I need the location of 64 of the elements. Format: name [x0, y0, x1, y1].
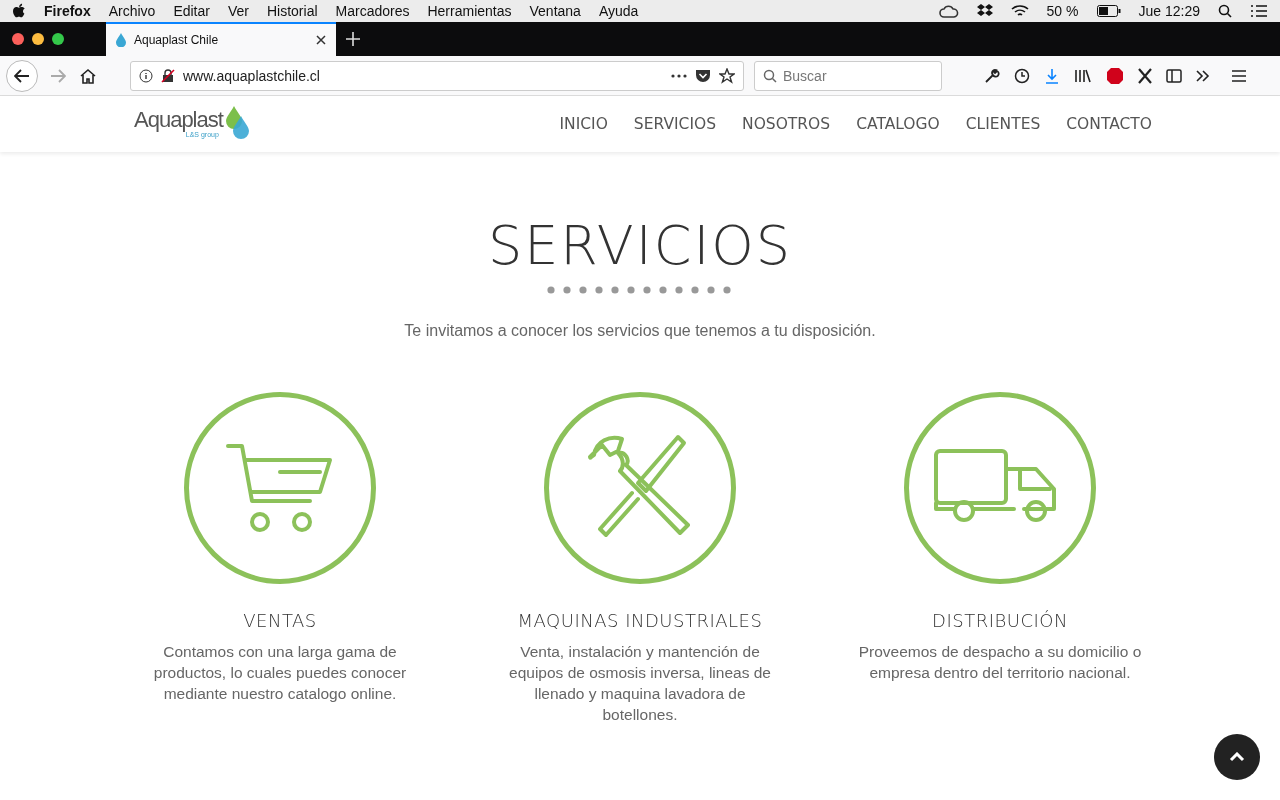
address-bar[interactable]: www.aquaplastchile.cl [130, 60, 744, 91]
wifi-icon[interactable] [1010, 4, 1029, 18]
menu-button[interactable] [1230, 67, 1248, 84]
section-title: SERVICIOS [487, 214, 793, 278]
arrow-left-icon [14, 68, 30, 83]
search-icon [763, 68, 777, 83]
chevron-up-icon [1229, 752, 1245, 762]
service-title: VENTAS [243, 610, 317, 631]
drop-icon [116, 33, 126, 47]
service-description: Venta, instalación y mantención de equipos de osmosis inversa, lineas de llenado y maquina lavadora de botellones. [508, 642, 772, 725]
sidebar-icon [1166, 68, 1182, 83]
download-icon [1044, 67, 1060, 84]
menu-item[interactable]: Marcadores [335, 3, 410, 19]
menu-item[interactable]: Archivo [108, 3, 156, 19]
search-field[interactable]: Buscar [754, 60, 942, 91]
menu-item[interactable]: Herramientas [427, 3, 512, 19]
zoom-window-button[interactable] [52, 33, 64, 45]
close-window-button[interactable] [12, 33, 24, 45]
arrow-right-icon [50, 68, 66, 83]
service-description: Contamos con una larga gama de productos, lo cuales puedes conocer mediante nuestro catalogo online. [152, 642, 408, 704]
nav-link[interactable]: NOSOTROS [742, 115, 831, 133]
insecure-lock-icon[interactable] [161, 68, 175, 83]
app-menu[interactable]: Firefox [44, 3, 91, 19]
menu-item[interactable]: Ayuda [598, 3, 639, 19]
octagon-icon [1106, 66, 1124, 85]
more-icon[interactable] [671, 73, 687, 78]
star-icon[interactable] [719, 67, 735, 84]
service-title: MAQUINAS INDUSTRIALES [517, 610, 763, 631]
battery-percentage: 50 % [1046, 3, 1079, 19]
menu-bar-clock[interactable]: Jue 12:29 [1138, 3, 1200, 19]
double-chevron-icon [1196, 69, 1210, 82]
nav-link[interactable]: INICIO [559, 115, 608, 133]
pocket-icon[interactable] [695, 68, 711, 83]
nav-link[interactable]: CONTACTO [1066, 115, 1152, 133]
menu-item[interactable]: Historial [266, 3, 318, 19]
section-subtitle: Te invitamos a conocer los servicios que tenemos a tu disposición. [404, 322, 876, 340]
library-icon [1074, 67, 1092, 84]
sidebar-button[interactable] [1164, 66, 1184, 85]
nav-link[interactable]: CATALOGO [856, 115, 940, 133]
clock-icon [1014, 67, 1030, 84]
logo-text[interactable]: Aquaplast [134, 109, 223, 131]
cloud-icon[interactable] [938, 4, 959, 18]
back-button[interactable] [6, 59, 38, 92]
nav-link[interactable]: SERVICIOS [633, 115, 717, 133]
menu-item[interactable]: Ventana [529, 3, 581, 19]
service-title: DISTRIBUCIÓN [932, 610, 1068, 631]
apple-icon[interactable] [12, 3, 26, 19]
menu-item[interactable]: Editar [173, 3, 210, 19]
browser-tab[interactable]: Aquaplast Chile [106, 22, 336, 56]
minimize-window-button[interactable] [32, 33, 44, 45]
search-icon[interactable] [1218, 4, 1232, 18]
overflow-button[interactable] [1194, 67, 1212, 84]
info-icon[interactable] [139, 68, 153, 83]
home-icon [80, 67, 96, 84]
plus-icon [346, 32, 360, 46]
list-icon[interactable] [1250, 4, 1268, 18]
service-description: Proveemos de despacho a su domicilio o empresa dentro del territorio nacional. [857, 642, 1143, 683]
nav-link[interactable]: CLIENTES [965, 115, 1041, 133]
back-to-top-button[interactable] [1214, 734, 1260, 780]
battery-icon[interactable] [1096, 5, 1121, 17]
x-icon [1138, 67, 1152, 84]
menu-icon [1232, 69, 1246, 82]
menu-item[interactable]: Ver [227, 3, 249, 19]
close-icon[interactable] [316, 35, 326, 45]
